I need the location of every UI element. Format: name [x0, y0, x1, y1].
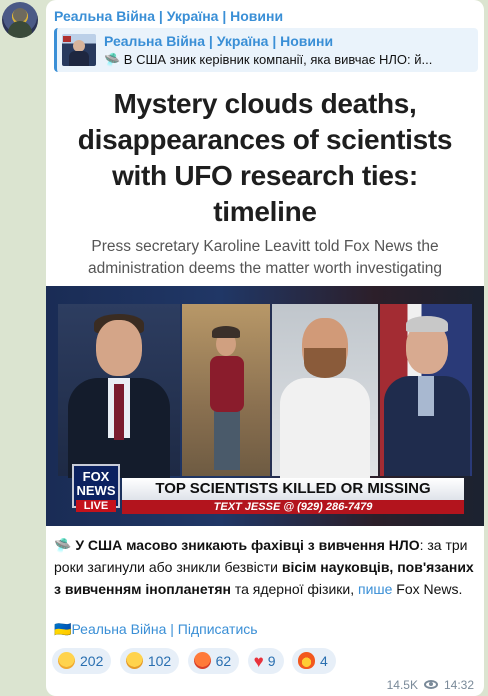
- reaction-heart[interactable]: ♥ 9: [247, 648, 284, 674]
- channel-avatar[interactable]: [2, 2, 38, 38]
- reaction-sad[interactable]: 102: [119, 648, 180, 674]
- reaction-count: 102: [147, 653, 172, 669]
- reply-thumbnail: [62, 34, 96, 66]
- reaction-angry[interactable]: 62: [187, 648, 240, 674]
- headline-line: Mystery clouds deaths,: [113, 88, 417, 119]
- logo-fox: FOX: [82, 469, 110, 484]
- message-meta: 14.5K 14:32: [387, 678, 474, 692]
- message-bubble: Реальна Війна | Україна | Новини Реальна…: [46, 0, 484, 696]
- view-count: 14.5K: [386, 678, 418, 692]
- scientist-photo-2: [272, 304, 378, 478]
- eye-icon: [423, 680, 438, 689]
- headline-line: disappearances of scientists: [77, 124, 453, 155]
- text-bold-1: У США масово зникають фахівці з вивчення…: [75, 537, 420, 553]
- tv-screenshot: FOX NEWS LIVE TOP SCIENTISTS KILLED OR M…: [46, 286, 484, 526]
- reply-text: 🛸 В США зник керівник компанії, яка вивч…: [104, 52, 433, 67]
- reaction-count: 62: [215, 653, 232, 669]
- fox-news-logo: FOX NEWS LIVE: [72, 464, 120, 512]
- text-part-5: Fox News.: [392, 581, 463, 597]
- subscribe-link[interactable]: 🇺🇦Реальна Війна | Підписатись: [54, 621, 258, 638]
- logo-live: LIVE: [76, 500, 116, 512]
- logo-news: NEWS: [76, 483, 116, 498]
- ukraine-flag-icon: 🇺🇦: [54, 621, 72, 637]
- reply-title: Реальна Війна | Україна | Новини: [104, 33, 334, 49]
- angry-emoji-icon: [193, 652, 211, 669]
- tv-ticker: TEXT JESSE @ (929) 286-7479: [122, 500, 464, 514]
- scientist-photo-1: [182, 304, 270, 476]
- sad-emoji-icon: [125, 652, 143, 669]
- message-text: 🛸 У США масово зникають фахівці з вивчен…: [54, 534, 478, 600]
- fire-emoji-icon: [298, 652, 315, 669]
- article-image[interactable]: Mystery clouds deaths, disappearances of…: [46, 78, 484, 526]
- source-link[interactable]: пише: [358, 581, 392, 597]
- channel-name[interactable]: Реальна Війна | Україна | Новини: [54, 8, 283, 24]
- article-headline: Mystery clouds deaths, disappearances of…: [46, 86, 484, 230]
- tv-lower-third: TOP SCIENTISTS KILLED OR MISSING: [122, 478, 464, 500]
- text-part-4: та ядерної фізики,: [230, 581, 358, 597]
- headline-line: timeline: [213, 196, 317, 227]
- reaction-count: 9: [267, 653, 276, 669]
- heart-icon: ♥: [253, 652, 264, 671]
- reaction-count: 4: [320, 653, 328, 669]
- subhead-line: administration deems the matter worth in…: [87, 260, 443, 277]
- reaction-laugh[interactable]: 202: [52, 648, 112, 674]
- subhead-line: Press secretary Karoline Leavitt told Fo…: [91, 238, 439, 255]
- reaction-fire[interactable]: 4: [292, 648, 336, 674]
- article-subhead: Press secretary Karoline Leavitt told Fo…: [46, 236, 484, 280]
- subscribe-text: Реальна Війна | Підписатись: [71, 621, 258, 637]
- scientist-photo-3: [380, 304, 472, 476]
- laugh-emoji-icon: [58, 652, 75, 669]
- ufo-emoji-icon: 🛸: [54, 537, 72, 553]
- forwarded-reply[interactable]: Реальна Війна | Україна | Новини 🛸 В США…: [54, 28, 478, 72]
- reactions-bar: 202 102 62 ♥ 9 4: [52, 648, 340, 674]
- message-time: 14:32: [443, 678, 474, 692]
- host-photo: [58, 304, 180, 478]
- headline-line: with UFO research ties:: [112, 160, 418, 191]
- reaction-count: 202: [80, 653, 104, 669]
